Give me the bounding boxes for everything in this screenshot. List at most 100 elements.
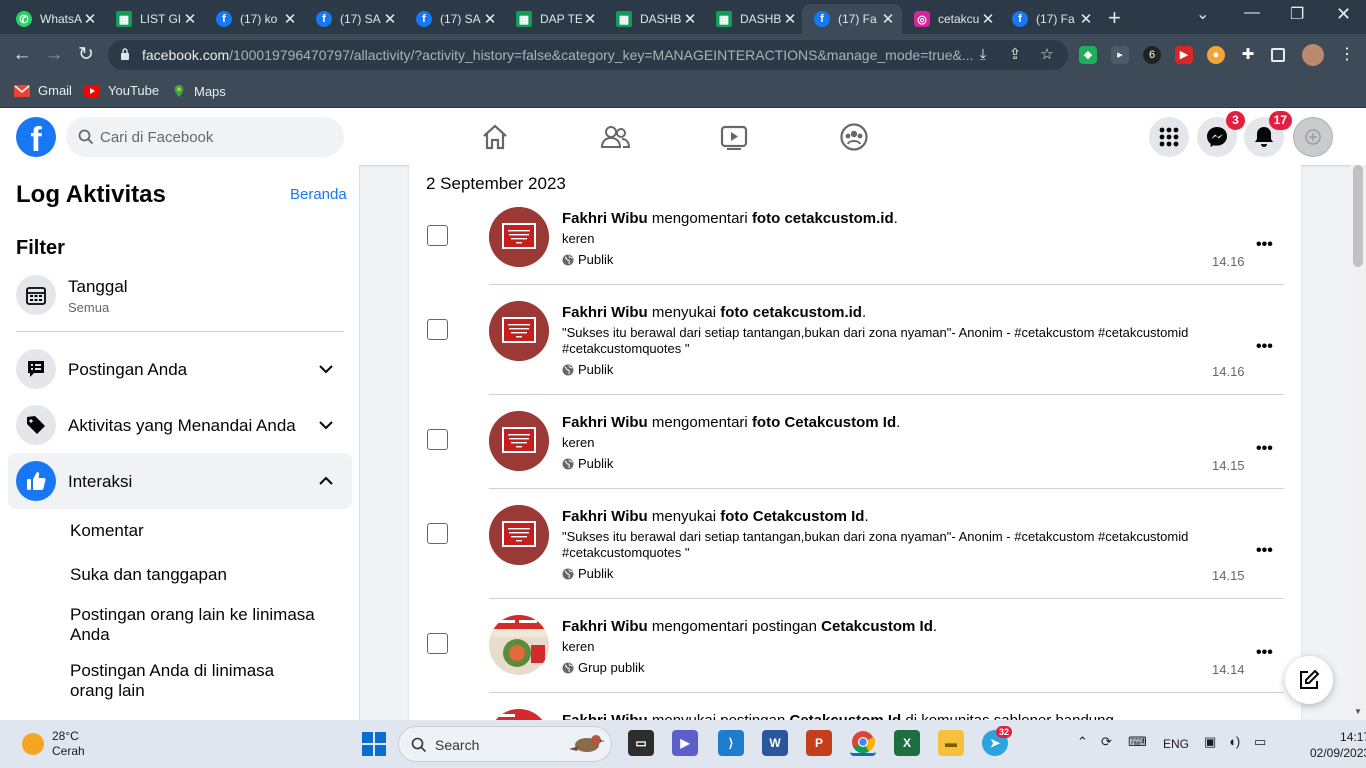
browser-tab[interactable]: f (17) SA ✕	[404, 4, 504, 34]
home-link[interactable]: Beranda	[290, 186, 347, 203]
close-tab-icon[interactable]: ✕	[582, 10, 598, 28]
select-checkbox[interactable]	[427, 319, 448, 340]
display-icon[interactable]: ▣	[1204, 734, 1216, 750]
minimize-button[interactable]: —	[1244, 4, 1260, 22]
actor-name[interactable]: Fakhri Wibu	[562, 210, 648, 227]
select-checkbox[interactable]	[427, 429, 448, 450]
object-type[interactable]: foto	[720, 508, 748, 525]
browser-tab[interactable]: ▦ DASHB ✕	[604, 4, 704, 34]
post-thumbnail[interactable]	[489, 709, 549, 720]
target-name[interactable]: Cetakcustom Id	[784, 414, 896, 431]
browser-tab[interactable]: f (17) ko ✕	[204, 4, 304, 34]
messenger-button[interactable]: 3	[1197, 111, 1245, 157]
tray-expand-icon[interactable]: ⌃	[1077, 734, 1088, 750]
more-options-button[interactable]: •••	[1256, 236, 1276, 254]
volume-icon[interactable]: ◖)	[1228, 734, 1240, 749]
weather-widget[interactable]: 28°C Cerah	[22, 729, 85, 759]
bookmark-gmail[interactable]: Gmail	[14, 83, 72, 98]
extension-icon[interactable]: ●	[1207, 46, 1225, 64]
scroll-down-arrow[interactable]: ▼	[1354, 707, 1362, 716]
system-clock[interactable]: 14:17 02/09/2023	[1310, 729, 1366, 761]
restore-button[interactable]: ❐	[1290, 4, 1304, 24]
chrome-icon[interactable]	[850, 730, 876, 756]
menu-grid-button[interactable]	[1149, 117, 1189, 157]
category-tagged-activity[interactable]: Aktivitas yang Menandai Anda	[68, 416, 296, 436]
tab-search-icon[interactable]: ⌄	[1196, 4, 1209, 24]
actor-name[interactable]: Fakhri Wibu	[562, 304, 648, 321]
subitem-your-posts-on-others-timeline[interactable]: Postingan Anda di linimasa orang lain	[70, 661, 320, 701]
post-thumbnail[interactable]	[489, 411, 549, 471]
date-filter-label[interactable]: Tanggal	[68, 277, 128, 297]
object-type[interactable]: foto	[752, 414, 780, 431]
start-button[interactable]	[362, 732, 386, 756]
actor-name[interactable]: Fakhri Wibu	[562, 508, 648, 525]
chevron-down-icon[interactable]	[318, 361, 334, 377]
task-view-icon[interactable]: ▭	[628, 730, 654, 756]
browser-tab[interactable]: ✆ WhatsApp ✕	[4, 4, 104, 34]
close-tab-icon[interactable]: ✕	[482, 10, 498, 28]
close-tab-icon[interactable]: ✕	[980, 10, 996, 28]
browser-tab[interactable]: ▦ LIST GI ✕	[104, 4, 204, 34]
bookmark-youtube[interactable]: YouTube	[84, 83, 159, 98]
word-icon[interactable]: W	[762, 730, 788, 756]
close-tab-icon[interactable]: ✕	[382, 10, 398, 28]
extension-icon[interactable]: ▶	[1175, 46, 1193, 64]
teams-icon[interactable]: ▶	[672, 730, 698, 756]
taskbar-search[interactable]: Search	[398, 726, 612, 762]
close-tab-icon[interactable]: ✕	[782, 10, 798, 28]
actor-name[interactable]: Fakhri Wibu	[562, 414, 648, 431]
browser-tab[interactable]: f (17) Fa ✕	[1000, 4, 1100, 34]
language-indicator[interactable]: ENG	[1163, 737, 1189, 751]
target-name[interactable]: Cetakcustom Id	[789, 712, 901, 720]
extension-icon[interactable]: ▸	[1111, 46, 1129, 64]
object-type[interactable]: postingan	[720, 712, 785, 720]
chevron-down-icon[interactable]	[318, 417, 334, 433]
browser-tab[interactable]: ▦ DAP TE ✕	[504, 4, 604, 34]
more-options-button[interactable]: •••	[1256, 542, 1276, 560]
facebook-logo[interactable]: f	[16, 117, 56, 157]
reload-button[interactable]: ↻	[74, 43, 98, 67]
home-icon[interactable]	[480, 122, 510, 152]
category-interactions-active[interactable]	[8, 453, 352, 509]
vscode-icon[interactable]: ⟩	[718, 730, 744, 756]
object-type[interactable]: foto	[752, 210, 780, 227]
target-name[interactable]: cetakcustom.id	[753, 304, 862, 321]
close-tab-icon[interactable]: ✕	[682, 10, 698, 28]
close-tab-icon[interactable]: ✕	[182, 10, 198, 28]
close-tab-icon[interactable]: ✕	[880, 10, 896, 28]
category-your-posts[interactable]: Postingan Anda	[68, 360, 187, 380]
object-type[interactable]: foto	[720, 304, 748, 321]
back-button[interactable]: ←	[10, 43, 34, 67]
facebook-search[interactable]	[66, 117, 344, 157]
more-options-button[interactable]: •••	[1256, 338, 1276, 356]
close-tab-icon[interactable]: ✕	[82, 10, 98, 28]
telegram-icon[interactable]: ➤ 32	[982, 726, 1013, 756]
close-window-button[interactable]: ✕	[1336, 4, 1351, 25]
subitem-likes-reactions[interactable]: Suka dan tanggapan	[70, 565, 320, 585]
actor-name[interactable]: Fakhri Wibu	[562, 618, 648, 635]
account-avatar[interactable]	[1293, 117, 1333, 157]
select-checkbox[interactable]	[427, 523, 448, 544]
post-thumbnail[interactable]	[489, 615, 549, 675]
close-tab-icon[interactable]: ✕	[1078, 10, 1094, 28]
browser-tab[interactable]: f (17) SA ✕	[304, 4, 404, 34]
profile-avatar[interactable]	[1302, 44, 1324, 66]
install-icon[interactable]: ⤓	[974, 46, 992, 64]
watch-icon[interactable]	[719, 122, 749, 152]
bookmark-maps[interactable]: Maps	[172, 83, 226, 99]
side-panel-icon[interactable]	[1271, 48, 1285, 62]
extension-icon[interactable]: ◆	[1079, 46, 1097, 64]
search-input[interactable]	[100, 117, 330, 157]
post-thumbnail[interactable]	[489, 207, 549, 267]
bookmark-star-icon[interactable]: ☆	[1038, 46, 1056, 64]
sync-icon[interactable]: ⟳	[1101, 734, 1112, 750]
browser-tab[interactable]: ▦ DASHB ✕	[704, 4, 804, 34]
battery-icon[interactable]: ▭	[1254, 734, 1266, 750]
browser-menu-icon[interactable]: ⋮	[1338, 46, 1356, 64]
extension-icon[interactable]: 6	[1143, 46, 1161, 64]
more-options-button[interactable]: •••	[1256, 440, 1276, 458]
target-name[interactable]: Cetakcustom Id	[821, 618, 933, 635]
powerpoint-icon[interactable]: P	[806, 730, 832, 756]
share-icon[interactable]: ⇪	[1006, 46, 1024, 64]
close-tab-icon[interactable]: ✕	[282, 10, 298, 28]
